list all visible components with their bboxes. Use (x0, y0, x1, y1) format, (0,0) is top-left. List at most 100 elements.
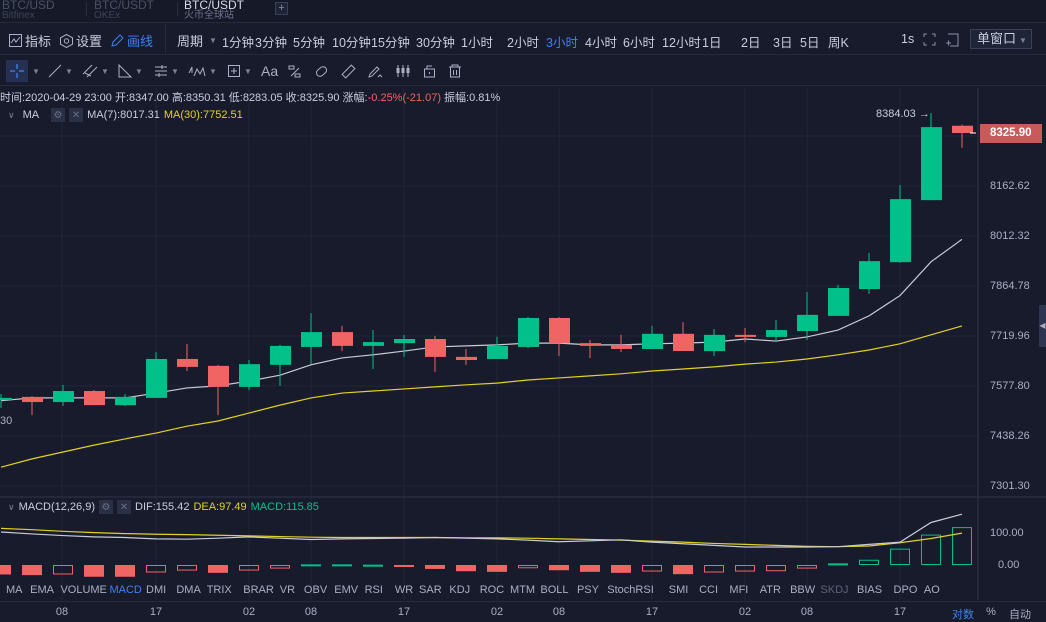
new-window-icon[interactable] (945, 33, 959, 47)
fullscreen-icon[interactable] (923, 33, 936, 46)
indicator-tab-dmi[interactable]: DMI (146, 584, 166, 596)
indicator-tab-ao[interactable]: AO (924, 584, 940, 596)
side-panel-toggle[interactable]: ◀ (1039, 305, 1046, 347)
indicator-tab-macd[interactable]: MACD (109, 584, 141, 596)
indicator-tab-skdj[interactable]: SKDJ (820, 584, 848, 596)
caret-down-icon[interactable]: ▼ (32, 60, 40, 82)
indicator-tab-brar[interactable]: BRAR (243, 584, 274, 596)
indicator-tab-kdj[interactable]: KDJ (449, 584, 470, 596)
indicator-tab-obv[interactable]: OBV (304, 584, 327, 596)
indicator-tab-smi[interactable]: SMI (669, 584, 689, 596)
pattern-tool[interactable] (395, 60, 412, 82)
period-5[interactable]: 15分钟 (371, 32, 410, 51)
crosshair-tool[interactable] (6, 60, 28, 82)
trend-line-tool[interactable]: ▼ (48, 60, 73, 82)
collapse-chevron-icon[interactable]: ∨ (8, 110, 15, 121)
indicator-tab-stochrsi[interactable]: StochRSI (607, 584, 653, 596)
period-2[interactable]: 3分钟 (255, 32, 287, 51)
indicator-tab-boll[interactable]: BOLL (540, 584, 568, 596)
period-12[interactable]: 12小时 (662, 32, 701, 51)
settings-button[interactable]: 设置 (60, 31, 102, 50)
indicator-tab-vr[interactable]: VR (280, 584, 295, 596)
tab-btc-usd-bitfinex[interactable]: BTC/USD Bitfinex (0, 0, 55, 23)
window-mode-dropdown[interactable]: 单窗口 ▼ (970, 29, 1032, 49)
indicator-tab-ema[interactable]: EMA (30, 584, 54, 596)
close-icon[interactable]: ✕ (69, 108, 84, 122)
indicator-tab-emv[interactable]: EMV (334, 584, 358, 596)
macd-bar (301, 564, 321, 567)
candle-body (146, 358, 167, 398)
log-scale-toggle[interactable]: 对数 (952, 606, 974, 622)
caret-down-icon: ▼ (171, 66, 179, 76)
refresh-interval[interactable]: 1s (901, 32, 914, 46)
period-1[interactable]: 1分钟 (222, 32, 254, 51)
period-dropdown[interactable]: 周期 ▼ (177, 31, 217, 50)
gear-icon[interactable]: ⚙ (51, 108, 66, 122)
ruler-tool[interactable] (341, 60, 356, 82)
parallel-channel-tool[interactable]: ▼ (82, 60, 109, 82)
dif-value: DIF:155.42 (135, 501, 190, 513)
period-11[interactable]: 6小时 (623, 32, 655, 51)
grid (0, 88, 978, 600)
tab-btc-usdt-huobi[interactable]: BTC/USDT 火币全球站 (182, 0, 244, 23)
measure-tool[interactable] (287, 60, 302, 82)
period-10[interactable]: 4小时 (585, 32, 617, 51)
period-17[interactable]: 周K (828, 32, 849, 51)
indicator-tab-dma[interactable]: DMA (176, 584, 200, 596)
horizontal-lines-tool[interactable]: ▼ (154, 60, 179, 82)
indicators-button[interactable]: 指标 (9, 31, 51, 50)
period-13[interactable]: 1日 (702, 32, 721, 51)
caret-down-icon: ▼ (209, 36, 217, 45)
period-6[interactable]: 30分钟 (416, 32, 455, 51)
indicator-tab-bias[interactable]: BIAS (857, 584, 882, 596)
triangle-tool[interactable]: ▼ (118, 60, 143, 82)
period-7[interactable]: 1小时 (461, 32, 493, 51)
candle-body (456, 356, 477, 361)
indicator-tab-mtm[interactable]: MTM (510, 584, 535, 596)
indicator-tab-wr[interactable]: WR (395, 584, 413, 596)
period-4[interactable]: 10分钟 (332, 32, 371, 51)
period-9[interactable]: 3小时 (546, 32, 578, 51)
draw-button[interactable]: 画线 (111, 31, 153, 50)
indicator-tab-rsi[interactable]: RSI (365, 584, 383, 596)
collapse-chevron-icon[interactable]: ∨ (8, 502, 15, 513)
time-tick: 08 (55, 606, 69, 618)
period-15[interactable]: 3日 (773, 32, 792, 51)
add-tab-button[interactable]: + (275, 2, 288, 15)
fib-wave-tool[interactable]: ▼ (188, 60, 217, 82)
indicator-tab-cci[interactable]: CCI (699, 584, 718, 596)
price-tick: 7577.80 (990, 380, 1030, 392)
macd-bar (611, 565, 631, 573)
candle-body (549, 317, 570, 344)
tab-btc-usdt-okex[interactable]: BTC/USDT OKEx (92, 0, 154, 23)
crosshair-icon (10, 64, 24, 78)
gear-icon[interactable]: ⚙ (99, 500, 114, 514)
close-icon[interactable]: ✕ (117, 500, 132, 514)
period-16[interactable]: 5日 (800, 32, 819, 51)
lock-tool[interactable] (423, 60, 436, 82)
indicator-tab-trix[interactable]: TRIX (207, 584, 232, 596)
rect-icon (228, 65, 240, 77)
period-8[interactable]: 2小时 (507, 32, 539, 51)
period-3[interactable]: 5分钟 (293, 32, 325, 51)
indicator-tab-bbw[interactable]: BBW (790, 584, 815, 596)
pencil-tool[interactable] (368, 60, 384, 82)
magnet-tool[interactable] (314, 60, 329, 82)
indicator-tab-atr[interactable]: ATR (760, 584, 781, 596)
rect-tool[interactable]: ▼ (227, 60, 252, 82)
time-tick: 08 (552, 606, 566, 618)
time-axis[interactable]: 对数 % 自动 08 17 02 08 17 02 08 17 02 08 17 (0, 601, 1046, 621)
macd-bar (53, 565, 73, 575)
text-tool[interactable]: Aa (261, 60, 278, 82)
period-14[interactable]: 2日 (741, 32, 760, 51)
indicator-tab-volume[interactable]: VOLUME (60, 584, 106, 596)
indicator-tab-sar[interactable]: SAR (419, 584, 442, 596)
indicator-tab-psy[interactable]: PSY (577, 584, 599, 596)
percent-scale-toggle[interactable]: % (986, 606, 996, 618)
indicator-tab-roc[interactable]: ROC (480, 584, 504, 596)
indicator-tab-mfi[interactable]: MFI (729, 584, 748, 596)
auto-scale-toggle[interactable]: 自动 (1009, 606, 1031, 622)
delete-tool[interactable] (448, 60, 462, 82)
indicator-tab-dpo[interactable]: DPO (894, 584, 918, 596)
indicator-tab-ma[interactable]: MA (6, 584, 23, 596)
